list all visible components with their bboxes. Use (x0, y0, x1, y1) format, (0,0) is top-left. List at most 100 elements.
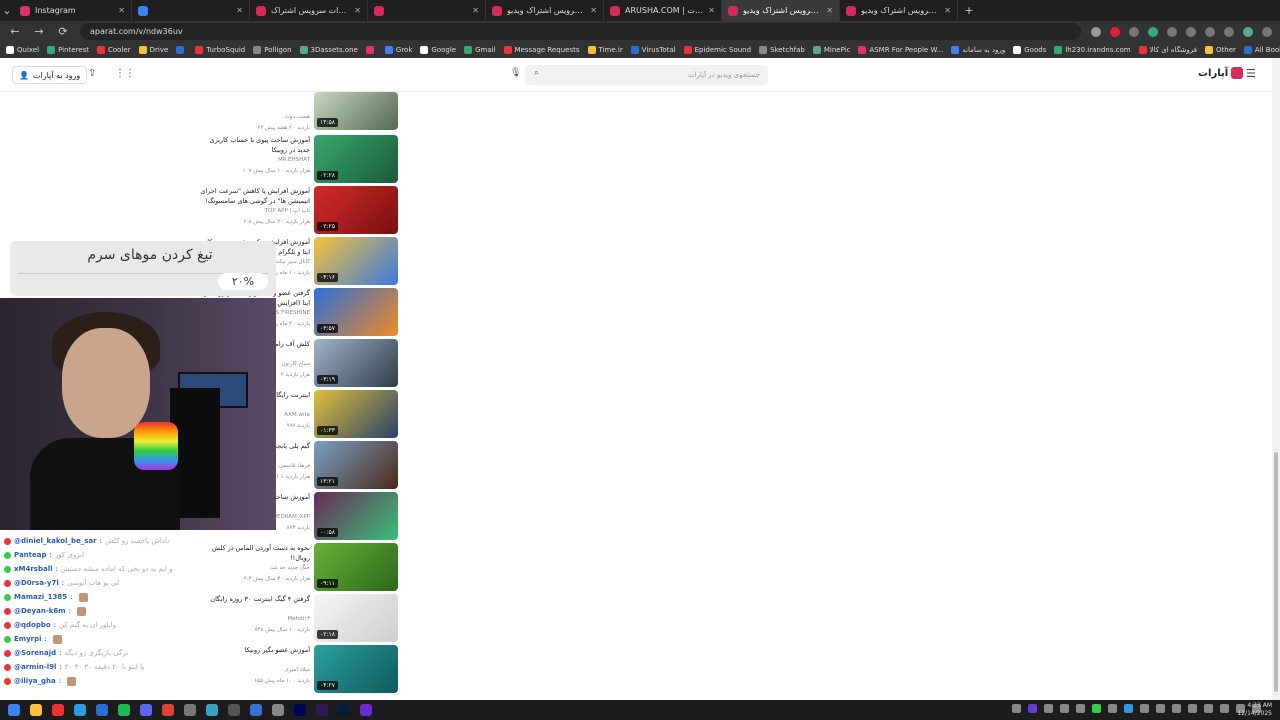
tab-search-icon[interactable]: ⌄ (0, 4, 14, 17)
bookmark-item[interactable]: Drive (138, 46, 168, 54)
video-channel[interactable]: فرهاد قاسمی (279, 463, 310, 469)
video-channel[interactable]: کانال سیر تیکت (274, 259, 310, 265)
chrome-icon[interactable] (162, 704, 174, 716)
video-thumbnail[interactable]: ۰۲:۲۵ (314, 186, 398, 234)
browser-tab[interactable]: سوره کانال | آپارات سرویس اشتراک ✕ (250, 0, 368, 21)
wifi-icon[interactable] (1220, 704, 1229, 713)
close-tab-icon[interactable]: ✕ (354, 6, 361, 15)
telegram-icon[interactable] (74, 704, 86, 716)
tray-icon[interactable] (1140, 704, 1149, 713)
video-channel[interactable]: میلاد امیری (284, 667, 310, 673)
video-channel[interactable]: جنگ جدید جه شد (270, 565, 310, 571)
url-field[interactable]: aparat.com/v/ndw36uv (80, 23, 1081, 40)
bookmark-item[interactable]: Sketchfab (759, 46, 805, 54)
bookmark-item[interactable]: MinePic (812, 46, 850, 54)
microphone-icon[interactable]: 🎙 (510, 68, 521, 78)
tray-icon[interactable] (1204, 704, 1213, 713)
bookmark-item[interactable] (365, 46, 377, 54)
bookmark-item[interactable] (176, 46, 187, 54)
taskbar-app-icon[interactable] (52, 704, 64, 716)
tray-icon[interactable] (1028, 704, 1037, 713)
menu-icon[interactable] (1262, 26, 1272, 37)
bookmark-item[interactable]: Goods (1013, 46, 1046, 54)
browser-tab[interactable]: ✕ (368, 0, 486, 21)
bookmark-item[interactable]: Other (1205, 46, 1236, 54)
extension-icon[interactable] (1186, 26, 1196, 37)
bookmark-item[interactable]: All Bookmarks (1243, 46, 1280, 54)
video-card[interactable]: ۰۴:۲۷ آموزش عضو بگیر روبیکا میلاد امیری ۶۵۵… (200, 645, 400, 693)
video-thumbnail[interactable]: ۰۳:۱۹ (314, 339, 398, 387)
search-input[interactable]: جستجوی ویدیو در آپارات (525, 65, 768, 85)
close-tab-icon[interactable]: ✕ (236, 6, 243, 15)
video-thumbnail[interactable]: ۰۴:۲۷ (314, 645, 398, 693)
close-tab-icon[interactable]: ✕ (826, 6, 833, 15)
taskbar-app-icon[interactable] (360, 704, 372, 716)
bookmark-item[interactable]: Gmail (464, 46, 496, 54)
video-channel[interactable]: سیاح کارتون (281, 361, 310, 367)
premiere-icon[interactable] (316, 704, 328, 716)
browser-tab[interactable]: آپارات - سرویس اشتراک ویدیو ✕ (840, 0, 958, 21)
video-card[interactable]: ۰۲:۲۸ آموزش ساخت پیوی با حساب کاربری جدید… (200, 135, 400, 183)
browser-tab[interactable]: Instagram ✕ (14, 0, 132, 21)
login-button[interactable]: 👤 ورود به آپارات (12, 66, 88, 84)
bookmark-item[interactable]: فروشگاه ای کالا (1138, 46, 1197, 54)
bookmark-item[interactable]: Polligon (253, 46, 292, 54)
video-thumbnail[interactable]: ۰۳:۵۷ (314, 288, 398, 336)
search-icon[interactable]: ⌕ (534, 68, 539, 78)
bookmark-item[interactable]: lh230.irandns.com (1054, 46, 1131, 54)
taskbar-app-icon[interactable] (250, 704, 262, 716)
video-thumbnail[interactable]: ۰۰:۵۸ (314, 492, 398, 540)
new-tab-icon[interactable]: + (962, 4, 976, 17)
video-channel[interactable]: Mehdi۱۳ (287, 616, 310, 622)
browser-tab[interactable]: آپارات - سرویس اشتراک ویدیو ✕ (486, 0, 604, 21)
video-card[interactable]: ۰۲:۲۵ آموزش افزایش یا کاهش "سرعت اجرای ان… (200, 186, 400, 234)
video-thumbnail[interactable]: ۰۴:۱۶ (314, 237, 398, 285)
video-channel[interactable]: هست دوت (285, 114, 310, 120)
video-channel[interactable]: MR.EHSHAT (278, 157, 310, 163)
after-effects-icon[interactable] (294, 704, 306, 716)
taskbar-app-icon[interactable] (206, 704, 218, 716)
video-title[interactable]: نحوه به دست آوردن الماس در کلش رویال!! (196, 543, 310, 563)
taskbar-clock[interactable]: 4:23 AM 12/14/2025 (1237, 702, 1272, 718)
taskbar-app-icon[interactable] (30, 704, 42, 716)
close-tab-icon[interactable]: ✕ (472, 6, 479, 15)
apps-grid-icon[interactable]: ⋮⋮ (115, 68, 135, 79)
video-card[interactable]: ۰۹:۱۱ نحوه به دست آوردن الماس در کلش رویا… (200, 543, 400, 591)
video-card[interactable]: ۱۴:۵۸ هست دوت ۶۴ بازدید · ۲ هفته پیش (200, 92, 400, 140)
bookmark-item[interactable]: Cooler (97, 46, 131, 54)
reload-icon[interactable]: ⟳ (56, 25, 70, 38)
spotify-icon[interactable] (118, 704, 130, 716)
puzzle-icon[interactable] (1205, 26, 1215, 37)
close-tab-icon[interactable]: ✕ (944, 6, 951, 15)
bookmark-item[interactable]: VirusTotal (630, 46, 676, 54)
bookmark-item[interactable]: Pinterest (47, 46, 89, 54)
bookmark-item[interactable]: ASMR For People W... (858, 46, 943, 54)
bookmark-item[interactable]: Epidemic Sound (683, 46, 751, 54)
video-channel[interactable]: AXM wire (284, 412, 310, 418)
taskbar-app-icon[interactable] (184, 704, 196, 716)
close-tab-icon[interactable]: ✕ (708, 6, 715, 15)
browser-tab[interactable]: ✕ (132, 0, 250, 21)
video-card[interactable]: ۰۲:۱۸ گرفتن ۴ گیگ اینترنت ۳۰ روزه رایگان M… (200, 594, 400, 642)
browser-tab[interactable]: ARUSHA.COM | آپارات ✕ (604, 0, 722, 21)
video-thumbnail[interactable]: ۱۴:۵۸ (314, 92, 398, 130)
bookmark-item[interactable]: Grok (384, 46, 412, 54)
file-explorer-icon[interactable] (228, 704, 240, 716)
video-thumbnail[interactable]: ۰۹:۱۱ (314, 543, 398, 591)
close-tab-icon[interactable]: ✕ (590, 6, 597, 15)
tray-icon[interactable] (1060, 704, 1069, 713)
taskbar-app-icon[interactable] (96, 704, 108, 716)
extension-icon[interactable] (1129, 26, 1139, 37)
upload-icon[interactable]: ⇪ (88, 68, 96, 79)
video-thumbnail[interactable]: ۱۳:۲۱ (314, 441, 398, 489)
tray-icon[interactable] (1092, 704, 1101, 713)
video-thumbnail[interactable]: ۰۲:۲۸ (314, 135, 398, 183)
bookmark-item[interactable]: Quixel (6, 46, 39, 54)
video-thumbnail[interactable]: ۰۱:۳۳ (314, 390, 398, 438)
video-title[interactable]: آموزش ساخت پیوی با حساب کاربری جدید در ر… (196, 135, 311, 155)
scrollbar-thumb[interactable] (1274, 452, 1278, 692)
extension-icon[interactable] (1167, 26, 1177, 37)
video-title[interactable]: آموزش افزایش یا کاهش "سرعت اجرای انیمیشن… (196, 186, 310, 206)
tray-icon[interactable] (1156, 704, 1165, 713)
extension-icon[interactable] (1148, 26, 1158, 37)
